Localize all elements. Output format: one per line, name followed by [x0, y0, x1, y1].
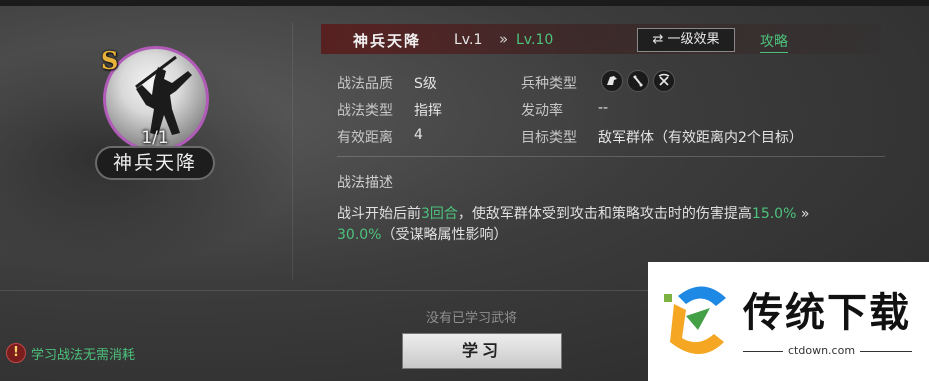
warning-icon: !	[6, 343, 26, 363]
level-arrow-icon: »	[499, 30, 509, 48]
type-value: 指挥	[414, 103, 442, 119]
watermark-line-left	[743, 351, 783, 352]
max-level: Lv.10	[516, 32, 554, 48]
skill-info-panel: 神兵天降 Lv.1 » Lv.10 ⇄ 一级效果 攻略 战法品质 S级 战法类型…	[292, 22, 901, 280]
watermark-url: ctdown.com	[788, 344, 856, 357]
cavalry-icon	[601, 70, 623, 92]
range-value: 4	[414, 127, 423, 143]
no-learned-general-text: 没有已学习武将	[426, 311, 518, 326]
header-title: 神兵天降	[353, 32, 422, 50]
description-part3: （受谋略属性影响）	[381, 227, 508, 243]
description-value-to: 30.0%	[337, 227, 382, 243]
watermark-overlay: 传统下载 ctdown.com	[648, 262, 929, 381]
quality-label: 战法品质	[337, 76, 393, 92]
range-label: 有效距离	[337, 130, 393, 146]
description-part2: ，使敌军群体受到攻击和策略攻击时的伤害提高	[457, 206, 752, 222]
bow-icon	[653, 70, 675, 92]
description-arrow-icon: »	[796, 206, 810, 222]
skill-card: S 1/1 神兵天降	[95, 38, 215, 188]
divider	[337, 156, 885, 157]
watermark-title: 传统下载	[743, 290, 911, 336]
description-text: 战斗开始后前3回合，使敌军群体受到攻击和策略攻击时的伤害提高15.0% » 30…	[337, 204, 877, 246]
shield-icon	[627, 70, 649, 92]
uses-count: 1/1	[141, 128, 169, 148]
header-bar: 神兵天降 Lv.1 » Lv.10 ⇄ 一级效果 攻略	[321, 24, 881, 54]
description-part1: 战斗开始后前	[337, 206, 421, 222]
learn-cost-notice: 学习战法无需消耗	[31, 348, 136, 363]
level-effect-toggle-button[interactable]: ⇄ 一级效果	[637, 28, 735, 52]
description-value-from: 15.0%	[751, 206, 797, 222]
watermark-line-right	[860, 351, 912, 352]
current-level: Lv.1	[454, 32, 483, 48]
type-label: 战法类型	[337, 103, 393, 119]
grade-badge: S	[101, 46, 119, 75]
trigger-rate-label: 发动率	[521, 103, 563, 119]
ctdown-logo-icon	[664, 286, 726, 354]
description-turns: 3回合	[421, 206, 458, 222]
skill-name-plate: 神兵天降	[95, 146, 215, 180]
quality-value: S级	[414, 76, 437, 92]
troop-type-label: 兵种类型	[521, 76, 577, 92]
target-type-label: 目标类型	[521, 130, 577, 146]
trigger-rate-value: --	[598, 100, 609, 116]
learn-button[interactable]: 学习	[402, 333, 562, 369]
top-strip	[0, 0, 929, 6]
description-heading: 战法描述	[337, 175, 393, 191]
guide-link[interactable]: 攻略	[760, 31, 788, 53]
target-type-value: 敌军群体（有效距离内2个目标）	[598, 130, 803, 146]
